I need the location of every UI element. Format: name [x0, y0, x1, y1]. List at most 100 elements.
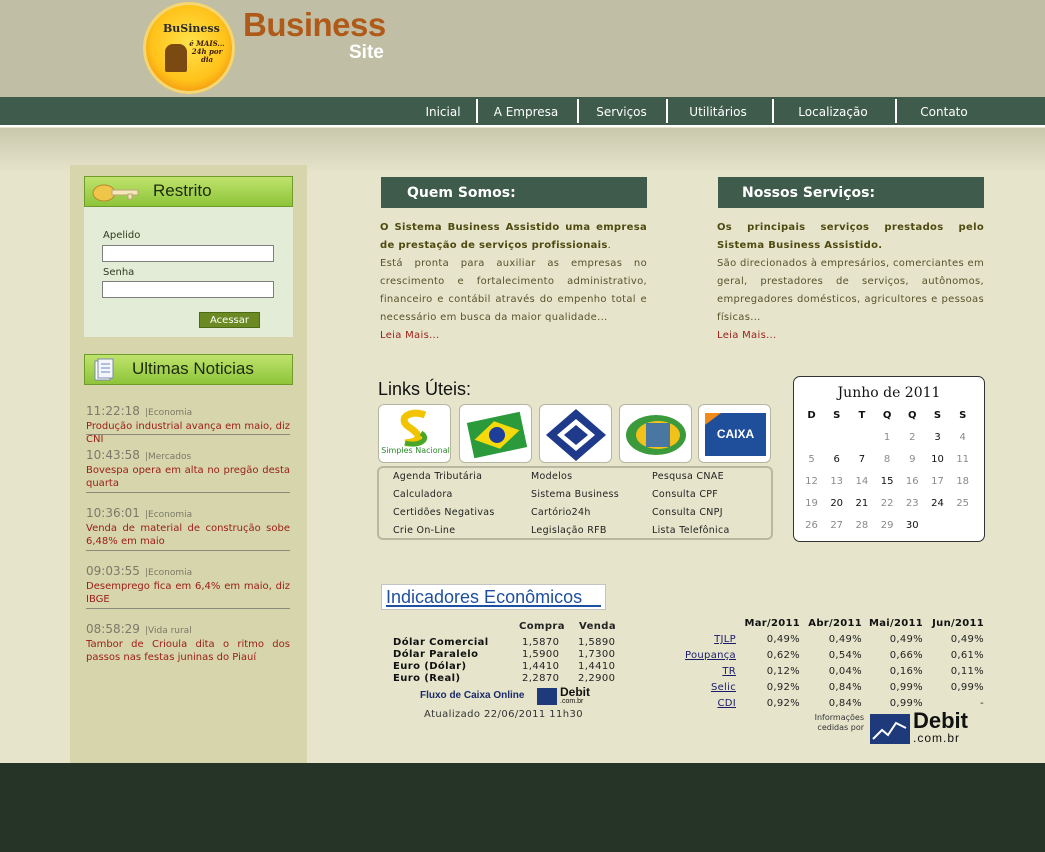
nossos-servicos-read-more[interactable]: Leia Mais...: [717, 330, 777, 341]
nav-utilitarios[interactable]: Utilitários: [674, 97, 762, 125]
header: BuSiness é MAIS... 24h por dia Business …: [0, 0, 1045, 97]
nav-a-empresa[interactable]: A Empresa: [484, 97, 568, 125]
receita-federal-link[interactable]: [539, 404, 612, 463]
calendar-day[interactable]: 9: [900, 454, 925, 465]
link-sistema-business[interactable]: Sistema Business: [531, 489, 619, 500]
news-time: 11:22:18: [86, 404, 140, 418]
currency-sell: 1,4410: [578, 661, 616, 672]
rate-link-tr[interactable]: TR: [670, 666, 736, 677]
brasil-link[interactable]: [459, 404, 532, 463]
rate-link-cdi[interactable]: CDI: [670, 698, 736, 709]
key-icon: [92, 184, 139, 202]
calendar-day[interactable]: 27: [824, 520, 849, 531]
calendar-day[interactable]: 23: [900, 498, 925, 509]
news-headline[interactable]: Bovespa opera em alta no pregão desta qu…: [86, 464, 290, 490]
login-form: Apelido Senha: [84, 207, 293, 337]
calendar-day[interactable]: 10: [925, 454, 950, 465]
senha-input[interactable]: [102, 281, 274, 298]
acessar-button[interactable]: Acessar: [199, 312, 260, 328]
link-calculadora[interactable]: Calculadora: [393, 489, 453, 500]
inss-link[interactable]: [619, 404, 692, 463]
calendar-day[interactable]: 21: [849, 498, 874, 509]
news-item: 10:43:58 |Mercados Bovespa opera em alta…: [86, 444, 290, 490]
calendar-day[interactable]: 19: [799, 498, 824, 509]
nav-servicos[interactable]: Serviços: [584, 97, 659, 125]
noticias-header: Ultimas Noticias: [84, 354, 293, 385]
news-headline[interactable]: Produção industrial avança em maio, diz …: [86, 420, 290, 446]
calendar-day[interactable]: 18: [950, 476, 975, 487]
quem-somos-read-more[interactable]: Leia Mais...: [380, 330, 440, 341]
calendar-day[interactable]: 30: [900, 520, 925, 531]
news-headline[interactable]: Desemprego fica em 6,4% em maio, diz IBG…: [86, 580, 290, 606]
rate-value: 0,62%: [766, 650, 800, 661]
calendar-day[interactable]: 20: [824, 498, 849, 509]
link-agenda-tributaria[interactable]: Agenda Tributária: [393, 471, 482, 482]
calendar-day[interactable]: 17: [925, 476, 950, 487]
news-time: 09:03:55: [86, 564, 140, 578]
link-certidoes-negativas[interactable]: Certidões Negativas: [393, 507, 495, 518]
link-consulta-cpf[interactable]: Consulta CPF: [652, 489, 718, 500]
link-consulta-cnpj[interactable]: Consulta CNPJ: [652, 507, 723, 518]
nav-divider: [577, 99, 579, 123]
caixa-link[interactable]: CAIXA: [698, 404, 771, 463]
rate-link-selic[interactable]: Selic: [670, 682, 736, 693]
calendar-day[interactable]: 29: [875, 520, 900, 531]
fluxo-caixa-link[interactable]: Fluxo de Caixa Online: [420, 690, 524, 701]
apelido-input[interactable]: [102, 245, 274, 262]
month-header: Abr/2011: [808, 618, 862, 629]
debit-logo-domain: .com.br: [913, 731, 961, 745]
calendar-day[interactable]: 13: [824, 476, 849, 487]
link-crie-on-line[interactable]: Crie On-Line: [393, 525, 455, 536]
link-cartorio24h[interactable]: Cartório24h: [531, 507, 591, 518]
calendar-day[interactable]: 24: [925, 498, 950, 509]
calendar-day[interactable]: 15: [875, 476, 900, 487]
calendar-day[interactable]: 22: [875, 498, 900, 509]
link-modelos[interactable]: Modelos: [531, 471, 572, 482]
news-category: |Economia: [145, 510, 193, 520]
calendar-day[interactable]: 1: [875, 432, 900, 443]
calendar-day[interactable]: 28: [849, 520, 874, 531]
rate-value: 0,54%: [828, 650, 862, 661]
calendar-day[interactable]: 4: [950, 432, 975, 443]
news-item: 11:22:18 |Economia Produção industrial a…: [86, 400, 290, 446]
calendar-day[interactable]: 12: [799, 476, 824, 487]
nav-localizacao[interactable]: Localização: [780, 97, 886, 125]
rate-value: 0,99%: [889, 682, 923, 693]
rate-link-tjlp[interactable]: TJLP: [670, 634, 736, 645]
link-pesquisa-cnae[interactable]: Pesqusa CNAE: [652, 471, 724, 482]
calendar-day[interactable]: 11: [950, 454, 975, 465]
news-headline[interactable]: Venda de material de construção sobe 6,4…: [86, 522, 290, 548]
rate-value: 0,11%: [950, 666, 984, 677]
quem-somos-lead: O Sistema Business Assistido uma empresa…: [380, 222, 647, 251]
site-logo[interactable]: BuSiness é MAIS... 24h por dia: [143, 2, 235, 94]
simples-nacional-link[interactable]: Simples Nacional: [378, 404, 451, 463]
link-legislacao-rfb[interactable]: Legislação RFB: [531, 525, 607, 536]
credit-line-2: cedidas por: [817, 723, 864, 732]
calendar-day[interactable]: 6: [824, 454, 849, 465]
rate-link-poupanca[interactable]: Poupança: [670, 650, 736, 661]
main-nav: Inicial A Empresa Serviços Utilitários L…: [0, 97, 1045, 127]
footer: [0, 763, 1045, 852]
calendar-day[interactable]: 8: [875, 454, 900, 465]
nav-contato[interactable]: Contato: [904, 97, 984, 125]
rate-value: 0,49%: [889, 634, 923, 645]
inss-icon: [626, 415, 686, 455]
calendar-day[interactable]: 25: [950, 498, 975, 509]
calendar-day[interactable]: 7: [849, 454, 874, 465]
currency-name: Euro (Dólar): [393, 661, 467, 672]
rate-value: 0,84%: [828, 682, 862, 693]
calendar-day[interactable]: 2: [900, 432, 925, 443]
debit-logo[interactable]: Debit .com.br: [913, 710, 968, 745]
senha-label: Senha: [103, 267, 135, 278]
currency-buy: 1,4410: [522, 661, 560, 672]
nav-divider: [772, 99, 774, 123]
rate-value: 0,84%: [828, 698, 862, 709]
calendar-day[interactable]: 16: [900, 476, 925, 487]
news-headline[interactable]: Tambor de Crioula dita o ritmo dos passo…: [86, 638, 290, 664]
calendar-day[interactable]: 3: [925, 432, 950, 443]
calendar-day[interactable]: 26: [799, 520, 824, 531]
calendar-day[interactable]: 14: [849, 476, 874, 487]
link-lista-telefonica[interactable]: Lista Telefônica: [652, 525, 730, 536]
calendar-day[interactable]: 5: [799, 454, 824, 465]
nav-inicial[interactable]: Inicial: [416, 97, 470, 125]
